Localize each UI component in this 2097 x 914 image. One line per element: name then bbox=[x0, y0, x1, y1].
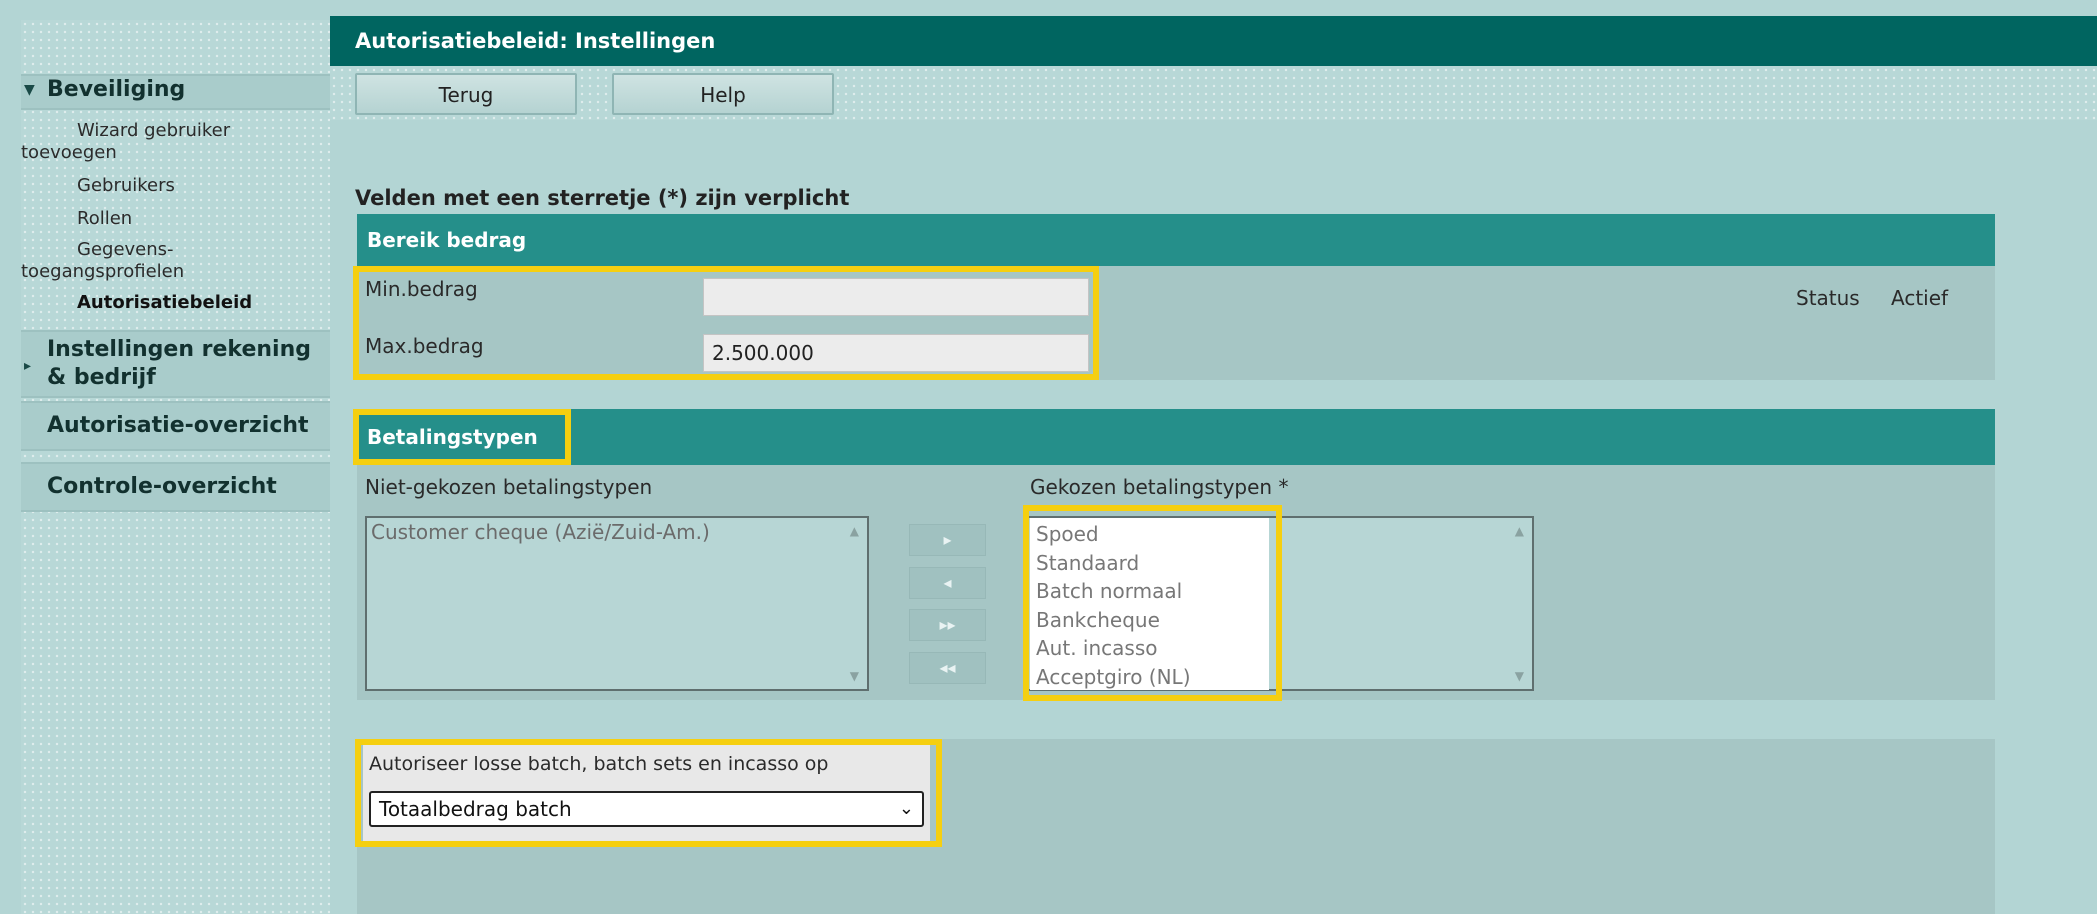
page-title: Autorisatiebeleid: Instellingen bbox=[330, 16, 2097, 66]
sidebar-item-label: Gegevens- bbox=[77, 239, 174, 260]
sidebar-item-wizard-line2[interactable]: toevoegen bbox=[21, 142, 321, 164]
sidebar-item-label: Wizard gebruiker bbox=[77, 120, 231, 141]
back-button[interactable]: Terug bbox=[355, 73, 577, 115]
status-label: Status bbox=[1796, 286, 1860, 310]
sidebar-item-label: toevoegen bbox=[21, 142, 117, 163]
sidebar-item-gegevens-line2[interactable]: toegangsprofielen bbox=[21, 261, 321, 283]
scroll-up-icon[interactable]: ▲ bbox=[1515, 524, 1524, 538]
sidebar-item-wizard[interactable]: Wizard gebruiker bbox=[21, 120, 321, 142]
sidebar-item-label: Gebruikers bbox=[77, 175, 175, 196]
scroll-up-icon[interactable]: ▲ bbox=[850, 524, 859, 538]
sidebar-item-label: toegangsprofielen bbox=[21, 261, 185, 282]
payment-types-header: Betalingstypen bbox=[357, 409, 1995, 465]
nav-section-autorisatie-overzicht[interactable]: Autorisatie-overzicht bbox=[21, 401, 330, 451]
scroll-down-icon[interactable]: ▼ bbox=[850, 669, 859, 683]
unselected-types-list[interactable]: Customer cheque (Azië/Zuid-Am.) ▲ ▼ bbox=[365, 516, 869, 691]
toolbar: Terug Help bbox=[330, 66, 2097, 120]
status-value: Actief bbox=[1891, 286, 1949, 310]
unselected-types-label: Niet-gekozen betalingstypen bbox=[365, 475, 653, 499]
move-all-left-button[interactable]: ◂◂ bbox=[909, 652, 986, 684]
amount-range-header: Bereik bedrag bbox=[357, 214, 1995, 266]
sidebar-item-label: Rollen bbox=[77, 208, 133, 229]
nav-section-label: Autorisatie-overzicht bbox=[47, 413, 309, 438]
highlight-box bbox=[1023, 505, 1282, 701]
nav-section-beveiliging[interactable]: ▼ Beveiliging bbox=[21, 74, 330, 110]
help-button[interactable]: Help bbox=[612, 73, 834, 115]
sidebar-item-rollen[interactable]: Rollen bbox=[21, 208, 321, 230]
chevron-right-icon: ▸ bbox=[24, 358, 32, 374]
highlight-box bbox=[353, 409, 571, 465]
nav-section-instellingen[interactable]: ▸ Instellingen rekening & bedrijf bbox=[21, 330, 330, 398]
nav-section-label: Beveiliging bbox=[47, 77, 186, 102]
amount-range-title: Bereik bedrag bbox=[367, 228, 527, 252]
move-left-button[interactable]: ◂ bbox=[909, 567, 986, 599]
sidebar-item-gegevens[interactable]: Gegevens- bbox=[21, 239, 321, 261]
scroll-down-icon[interactable]: ▼ bbox=[1515, 669, 1524, 683]
move-right-button[interactable]: ▸ bbox=[909, 524, 986, 556]
nav-section-controle-overzicht[interactable]: Controle-overzicht bbox=[21, 462, 330, 512]
sidebar-item-autorisatiebeleid[interactable]: Autorisatiebeleid bbox=[21, 292, 321, 314]
required-fields-note: Velden met een sterretje (*) zijn verpli… bbox=[355, 186, 850, 210]
nav-section-label: Controle-overzicht bbox=[47, 474, 277, 499]
sidebar-item-label: Autorisatiebeleid bbox=[77, 292, 253, 313]
chevron-down-icon: ▼ bbox=[24, 82, 35, 98]
nav-section-label: Instellingen rekening bbox=[47, 337, 311, 362]
selected-types-label: Gekozen betalingstypen * bbox=[1030, 475, 1289, 499]
highlight-box bbox=[353, 266, 1099, 380]
highlight-box bbox=[355, 739, 942, 847]
list-item[interactable]: Customer cheque (Azië/Zuid-Am.) bbox=[367, 518, 867, 546]
nav-section-label: & bedrijf bbox=[47, 365, 156, 390]
move-all-right-button[interactable]: ▸▸ bbox=[909, 609, 986, 641]
sidebar-item-gebruikers[interactable]: Gebruikers bbox=[21, 175, 321, 197]
sidebar: ▼ Beveiliging Wizard gebruiker toevoegen… bbox=[21, 20, 330, 914]
